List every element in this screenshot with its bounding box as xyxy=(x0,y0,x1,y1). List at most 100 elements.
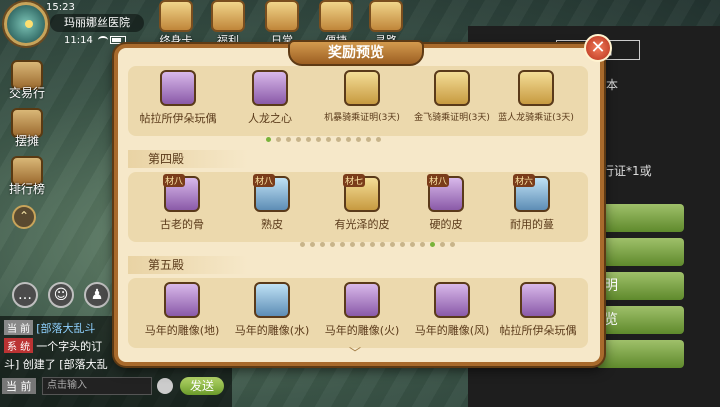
reward-item[interactable]: 材八 硬的皮 xyxy=(402,174,490,232)
team-icon[interactable]: ♟ xyxy=(84,282,110,308)
page-dot[interactable] xyxy=(336,137,341,142)
top-icon-welfare[interactable]: 福利 xyxy=(208,0,248,47)
page-dot[interactable] xyxy=(350,242,355,247)
page-dot[interactable] xyxy=(286,137,291,142)
page-dot[interactable] xyxy=(376,137,381,142)
bone-icon: 材八 xyxy=(163,174,200,212)
shortcut-icon xyxy=(319,0,353,32)
page-dot[interactable] xyxy=(330,242,335,247)
reward-item[interactable]: 帖拉所伊朵玩偶 xyxy=(134,70,222,126)
reward-item[interactable]: 金飞骑乘证明(3天) xyxy=(408,70,496,123)
reward-row-fourth-hall: 材八 古老的骨 材八 熟皮 材七 有光泽的皮 材八 硬的皮 材六 耐用的蔓 xyxy=(128,172,588,242)
chat-line: 斗] 创建了 [部落大乱 xyxy=(4,358,108,371)
page-dot[interactable] xyxy=(440,242,445,247)
right-panel-button[interactable] xyxy=(596,204,684,232)
reward-item[interactable]: 马年的雕像(风) xyxy=(408,282,496,338)
page-dot[interactable] xyxy=(370,242,375,247)
minimap[interactable] xyxy=(4,2,48,46)
page-dot[interactable] xyxy=(296,137,301,142)
gold-dragon-statue-icon xyxy=(434,282,470,318)
dragon-heart-icon xyxy=(252,70,288,106)
page-dot[interactable] xyxy=(410,242,415,247)
blue-dragon-statue-icon xyxy=(254,282,290,318)
friend-icon[interactable]: ☺ xyxy=(48,282,74,308)
path-icon xyxy=(369,0,403,32)
page-dot[interactable] xyxy=(360,242,365,247)
page-dot[interactable] xyxy=(430,242,435,247)
right-panel-text: 本 xyxy=(606,78,619,92)
shiny-leather-icon: 材七 xyxy=(343,174,380,212)
top-icon-lifetime-card[interactable]: 终身卡 xyxy=(156,0,196,47)
page-dot[interactable] xyxy=(390,242,395,247)
battery-icon xyxy=(110,36,126,44)
doll-icon xyxy=(160,70,196,106)
reward-item[interactable]: 蓝人龙骑乘证(3天) xyxy=(492,70,580,123)
emoji-icon[interactable] xyxy=(157,378,173,394)
dialog-title: 奖励预览 xyxy=(288,40,424,66)
page-indicator[interactable] xyxy=(266,137,386,143)
page-dot[interactable] xyxy=(310,242,315,247)
chat-line: 系 统一个字头的订 xyxy=(4,338,102,354)
wifi-icon xyxy=(98,36,108,44)
player-marker-icon xyxy=(25,20,33,28)
page-dot[interactable] xyxy=(400,242,405,247)
right-panel-button[interactable]: 览 xyxy=(596,306,684,334)
location-name[interactable]: 玛丽娜丝医院 xyxy=(50,14,144,32)
top-icon-pathfind[interactable]: 寻路 xyxy=(366,0,406,47)
page-dot[interactable] xyxy=(300,242,305,247)
page-dot[interactable] xyxy=(356,137,361,142)
top-icon-shortcut[interactable]: 便捷 xyxy=(316,0,356,47)
chat-bubble-icon[interactable]: … xyxy=(12,282,38,308)
reward-item[interactable]: 帖拉所伊朵玩偶 xyxy=(494,282,582,338)
card-icon xyxy=(159,0,193,32)
reward-item[interactable]: 马年的雕像(水) xyxy=(228,282,316,338)
daily-icon xyxy=(265,0,299,32)
page-dot[interactable] xyxy=(340,242,345,247)
vine-icon: 材六 xyxy=(513,174,550,212)
chat-channel-selector[interactable]: 当 前 xyxy=(2,378,36,394)
page-dot[interactable] xyxy=(346,137,351,142)
reward-item[interactable]: 材八 熟皮 xyxy=(228,174,316,232)
page-dot[interactable] xyxy=(266,137,271,142)
page-dot[interactable] xyxy=(320,242,325,247)
green-dragon-statue-icon xyxy=(164,282,200,318)
right-panel-button[interactable] xyxy=(596,238,684,266)
reward-row-top: 帖拉所伊朵玩偶 人龙之心 机暴骑乘证明(3天) 金飞骑乘证明(3天) 蓝人龙骑乘… xyxy=(128,66,588,136)
close-icon[interactable]: ✕ xyxy=(584,34,612,62)
page-dot[interactable] xyxy=(306,137,311,142)
side-button-ranking[interactable]: 排行榜 xyxy=(4,156,50,197)
reward-item[interactable]: 材六 耐用的蔓 xyxy=(488,174,576,232)
side-button-trade[interactable]: 交易行 xyxy=(4,60,50,101)
chat-input-bar: 当 前 点击输入 发送 xyxy=(0,377,232,397)
page-dot[interactable] xyxy=(420,242,425,247)
scroll-down-icon[interactable]: ﹀ xyxy=(349,344,361,361)
mount-cert-icon xyxy=(518,70,554,106)
page-dot[interactable] xyxy=(326,137,331,142)
page-indicator[interactable] xyxy=(300,242,460,248)
reward-item[interactable]: 马年的雕像(火) xyxy=(318,282,406,338)
page-dot[interactable] xyxy=(276,137,281,142)
chat-input[interactable]: 点击输入 xyxy=(42,377,152,395)
page-dot[interactable] xyxy=(450,242,455,247)
hard-leather-icon: 材八 xyxy=(427,174,464,212)
leather-icon: 材八 xyxy=(253,174,290,212)
clock-time: 15:23 xyxy=(46,2,75,13)
doll-icon xyxy=(520,282,556,318)
mount-cert-icon xyxy=(434,70,470,106)
send-button[interactable]: 发送 xyxy=(180,377,224,395)
top-icon-daily[interactable]: 日常 xyxy=(262,0,302,47)
reward-item[interactable]: 人龙之心 xyxy=(226,70,314,126)
collapse-up-icon[interactable]: ⌃ xyxy=(12,205,36,229)
page-dot[interactable] xyxy=(380,242,385,247)
right-panel-button[interactable]: 明 xyxy=(596,272,684,300)
page-dot[interactable] xyxy=(366,137,371,142)
reward-item[interactable]: 材八 古老的骨 xyxy=(138,174,226,232)
page-dot[interactable] xyxy=(316,137,321,142)
right-panel-button[interactable] xyxy=(596,340,684,368)
reward-item[interactable]: 材七 有光泽的皮 xyxy=(318,174,406,232)
side-button-stall[interactable]: 摆摊 xyxy=(4,108,50,149)
reward-item[interactable]: 马年的雕像(地) xyxy=(138,282,226,338)
reward-item[interactable]: 机暴骑乘证明(3天) xyxy=(318,70,406,123)
chat-line: 当 前 [部落大乱斗 xyxy=(4,320,95,336)
reward-row-fifth-hall: 马年的雕像(地) 马年的雕像(水) 马年的雕像(火) 马年的雕像(风) 帖拉所伊… xyxy=(128,278,588,348)
